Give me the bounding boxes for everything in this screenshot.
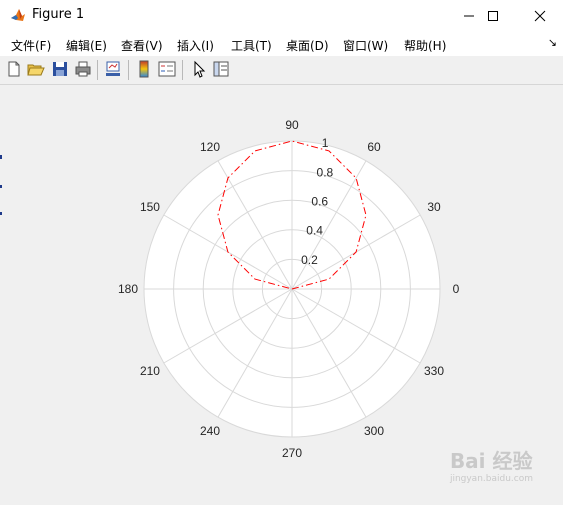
angle-tick-label: 150 <box>140 200 160 214</box>
angle-tick-label: 30 <box>427 200 441 214</box>
angle-tick-label: 330 <box>424 364 444 378</box>
angle-tick-label: 300 <box>364 424 384 438</box>
radial-tick-label: 0.2 <box>301 253 318 267</box>
angle-tick-label: 240 <box>200 424 220 438</box>
baidu-watermark: Bai 经验 jingyan.baidu.com <box>450 445 533 484</box>
angle-tick-label: 60 <box>367 140 381 154</box>
angle-tick-label: 210 <box>140 364 160 378</box>
angle-tick-label: 180 <box>118 282 138 296</box>
angle-tick-label: 90 <box>285 118 299 132</box>
angle-tick-label: 0 <box>453 282 460 296</box>
watermark-sub: jingyan.baidu.com <box>449 474 533 484</box>
radial-tick-label: 0.4 <box>306 224 323 238</box>
figure-window: Figure 1 文件(F) 编辑(E) 查看(V) 插入(I) 工具(T) 桌… <box>0 0 563 505</box>
angle-tick-label: 270 <box>282 446 302 460</box>
radial-tick-label: 0.6 <box>311 195 328 209</box>
angle-tick-label: 120 <box>200 140 220 154</box>
radial-tick-label: 0.8 <box>317 165 334 179</box>
watermark-text: Bai 经验 <box>449 449 533 473</box>
polar-plot: 0.2 0.4 0.6 0.8 1 0 30 60 90 120 150 180 210 240 270 30… <box>118 118 460 460</box>
radial-tick-label: 1 <box>322 136 329 150</box>
